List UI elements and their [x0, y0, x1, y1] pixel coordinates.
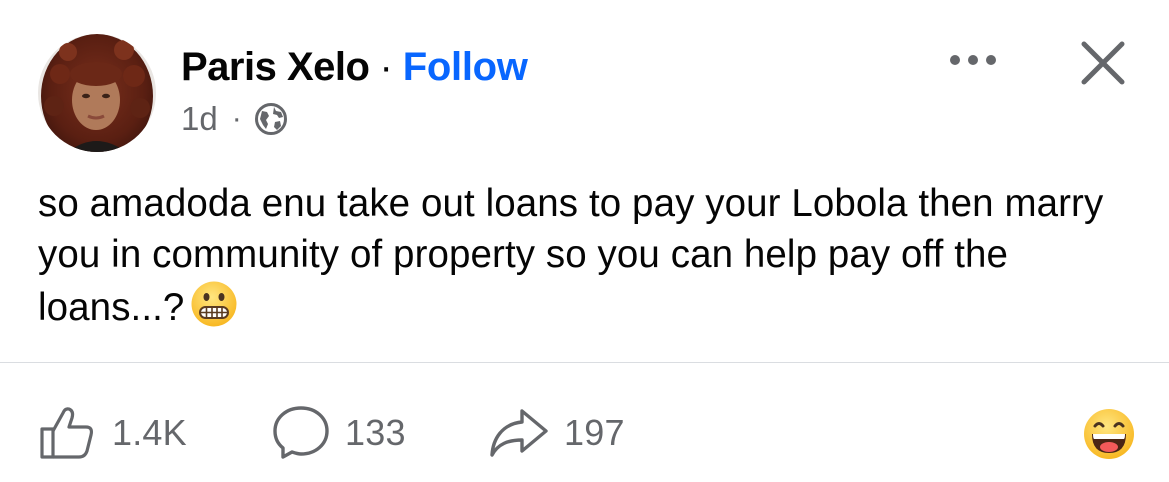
comment-count: 133 [345, 412, 406, 453]
close-icon[interactable] [1080, 40, 1126, 86]
comment-bubble-icon [271, 404, 331, 462]
globe-icon [254, 102, 288, 136]
timestamp[interactable]: 1d [181, 100, 218, 138]
grimacing-face-emoji [190, 280, 238, 328]
like-count: 1.4K [112, 412, 187, 453]
like-button[interactable]: 1.4K [38, 405, 187, 461]
share-button[interactable]: 197 [488, 405, 625, 461]
name-separator: · [379, 44, 393, 89]
author-name[interactable]: Paris Xelo [181, 45, 370, 90]
post-card: Paris Xelo · Follow 1d · so amadoda enu … [0, 0, 1169, 482]
thumbs-up-icon [38, 405, 98, 461]
post-meta: 1d · [181, 98, 288, 140]
more-options-icon[interactable] [948, 50, 998, 70]
action-bar: 1.4K 133 197 [0, 395, 1169, 475]
divider [0, 362, 1169, 363]
meta-separator: · [231, 102, 242, 135]
share-arrow-icon [488, 407, 550, 459]
post-text: so amadoda enu take out loans to pay you… [38, 178, 1148, 333]
laughing-face-emoji[interactable] [1082, 407, 1136, 461]
avatar-image [38, 34, 156, 152]
avatar[interactable] [38, 34, 156, 152]
comment-button[interactable]: 133 [271, 405, 406, 461]
author-row: Paris Xelo · Follow [181, 44, 528, 90]
follow-button[interactable]: Follow [403, 45, 528, 90]
share-count: 197 [564, 412, 625, 453]
